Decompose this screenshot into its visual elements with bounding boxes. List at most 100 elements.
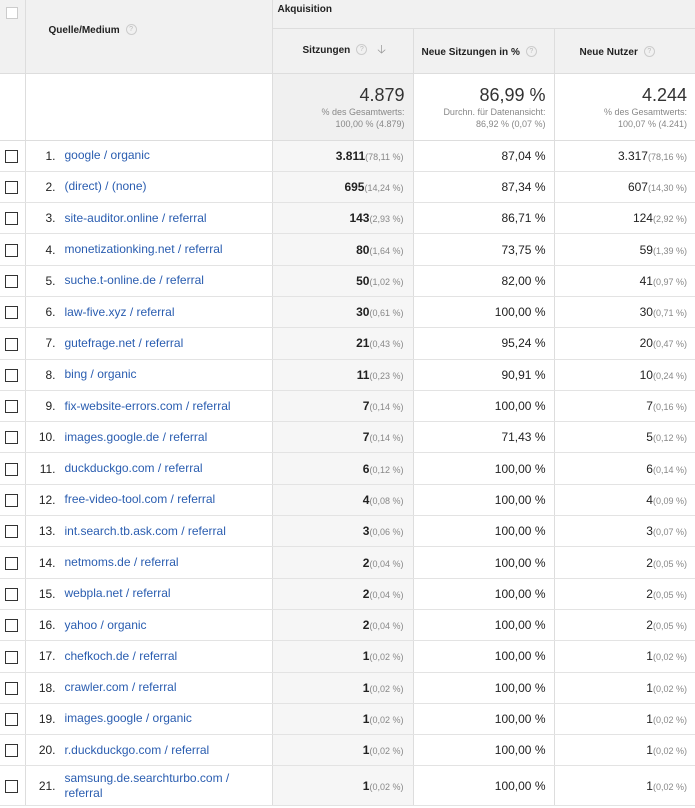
source-medium-link[interactable]: monetizationking.net / referral [65, 242, 223, 257]
source-cell: 21. samsung.de.searchturbo.com / referral [25, 765, 273, 807]
row-checkbox[interactable] [5, 587, 18, 601]
new-users-value: 30 [639, 305, 653, 320]
row-checkbox-cell [0, 546, 26, 579]
sessions-column-header[interactable]: Sitzungen? 🡣 [272, 28, 413, 73]
row-checkbox[interactable] [5, 525, 18, 539]
new-users-value: 607 [627, 179, 648, 194]
sessions-value: 30 [356, 305, 370, 320]
row-checkbox[interactable] [5, 780, 18, 794]
row-checkbox[interactable] [5, 306, 18, 320]
new-sessions-cell: 87,04 % [412, 140, 555, 172]
row-checkbox[interactable] [5, 212, 18, 226]
sort-down-arrow-icon[interactable]: 🡣 [377, 42, 386, 56]
source-medium-link[interactable]: bing / organic [65, 367, 137, 382]
source-cell: 12. free-video-tool.com / referral [25, 484, 273, 517]
sessions-cell: 7(0,14 %) [272, 421, 413, 454]
row-checkbox[interactable] [5, 431, 18, 445]
row-checkbox[interactable] [5, 494, 18, 508]
row-number: 16. [38, 618, 56, 633]
row-checkbox[interactable] [5, 368, 18, 382]
new-users-value: 2 [646, 586, 653, 601]
source-cell: 20. r.duckduckgo.com / referral [25, 734, 273, 767]
row-checkbox[interactable] [5, 275, 18, 288]
source-medium-link[interactable]: free-video-tool.com / referral [65, 492, 216, 507]
new-users-percent: (0,05 %) [652, 558, 687, 569]
help-icon[interactable]: ? [525, 45, 537, 57]
row-checkbox-cell [0, 578, 26, 610]
row-checkbox[interactable] [5, 400, 18, 414]
new-sessions-cell: 95,24 % [412, 327, 555, 360]
table-row: 7. gutefrage.net / referral 21(0,43 %) 95,2… [0, 327, 695, 360]
source-cell: 1. google / organic [25, 140, 273, 172]
source-medium-link[interactable]: images.google / organic [65, 711, 192, 726]
dimension-header[interactable]: Quelle/Medium? [25, 0, 273, 73]
source-cell: 10. images.google.de / referral [25, 421, 273, 454]
new-sessions-total-sub2: 86,92 % (0,07 %) [475, 118, 546, 129]
source-medium-link[interactable]: suche.t-online.de / referral [65, 273, 204, 288]
row-checkbox[interactable] [5, 243, 18, 257]
row-number: 18. [38, 680, 56, 695]
table-row: 17. chefkoch.de / referral 1(0,02 %) 100,00… [0, 640, 695, 673]
source-medium-link[interactable]: chefkoch.de / referral [65, 649, 178, 664]
sessions-cell: 80(1,64 %) [272, 233, 413, 266]
row-checkbox[interactable] [5, 744, 18, 758]
new-sessions-value: 86,71 % [501, 211, 546, 226]
row-number: 12. [38, 492, 56, 507]
new-sessions-column-header[interactable]: Neue Sitzungen in %? [412, 28, 555, 73]
source-medium-link[interactable]: google / organic [65, 148, 150, 163]
row-checkbox[interactable] [5, 681, 18, 695]
row-checkbox-cell [0, 640, 26, 673]
row-checkbox[interactable] [5, 149, 18, 163]
row-checkbox[interactable] [5, 337, 18, 351]
row-checkbox-cell [0, 327, 26, 360]
help-icon[interactable]: ? [125, 24, 137, 36]
new-sessions-cell: 100,00 % [412, 734, 555, 767]
source-medium-link[interactable]: crawler.com / referral [65, 680, 177, 695]
source-cell: 3. site-auditor.online / referral [25, 202, 273, 235]
help-icon[interactable]: ? [643, 45, 655, 57]
source-cell: 14. netmoms.de / referral [25, 546, 273, 579]
sessions-cell: 1(0,02 %) [272, 765, 413, 807]
row-checkbox[interactable] [5, 619, 18, 633]
source-medium-link[interactable]: duckduckgo.com / referral [65, 461, 203, 476]
row-checkbox[interactable] [5, 556, 18, 570]
table-row: 15. webpla.net / referral 2(0,04 %) 100,00 … [0, 578, 695, 610]
source-medium-link[interactable]: yahoo / organic [65, 618, 147, 633]
new-users-value: 1 [646, 680, 653, 695]
help-icon[interactable]: ? [356, 44, 368, 56]
source-medium-link[interactable]: (direct) / (none) [65, 179, 147, 194]
group-header-label: Akquisition [277, 4, 332, 15]
new-users-column-header[interactable]: Neue Nutzer? [554, 28, 695, 73]
source-cell: 15. webpla.net / referral [25, 578, 273, 610]
new-users-cell: 6(0,14 %) [554, 452, 695, 485]
row-checkbox-cell [0, 609, 26, 642]
source-medium-link[interactable]: fix-website-errors.com / referral [65, 399, 231, 414]
report-table: Quelle/Medium? Akquisition Sitzungen? 🡣 N… [0, 0, 695, 807]
sessions-percent: (0,06 %) [369, 527, 404, 538]
source-medium-link[interactable]: site-auditor.online / referral [65, 211, 207, 226]
source-medium-link[interactable]: r.duckduckgo.com / referral [65, 743, 210, 758]
source-medium-link[interactable]: law-five.xyz / referral [65, 305, 175, 320]
source-cell: 7. gutefrage.net / referral [25, 327, 273, 360]
sessions-cell: 143(2,93 %) [272, 202, 413, 235]
new-users-cell: 10(0,24 %) [554, 359, 695, 391]
select-all-checkbox[interactable] [6, 7, 18, 19]
new-sessions-cell: 100,00 % [412, 672, 555, 704]
row-checkbox[interactable] [5, 713, 18, 727]
group-header: Akquisition [272, 0, 695, 29]
row-checkbox[interactable] [5, 462, 18, 476]
row-checkbox-cell [0, 359, 26, 391]
source-medium-link[interactable]: int.search.tb.ask.com / referral [65, 524, 226, 539]
new-users-cell: 1(0,02 %) [554, 734, 695, 767]
row-checkbox[interactable] [5, 650, 18, 664]
source-medium-link[interactable]: webpla.net / referral [65, 586, 171, 601]
source-medium-link[interactable]: netmoms.de / referral [65, 555, 179, 570]
row-checkbox[interactable] [5, 181, 18, 195]
new-sessions-value: 87,34 % [501, 179, 546, 194]
new-sessions-value: 100,00 % [494, 399, 546, 414]
new-users-value: 59 [639, 242, 653, 257]
source-medium-link[interactable]: gutefrage.net / referral [65, 336, 184, 351]
source-medium-link[interactable]: images.google.de / referral [65, 430, 208, 445]
source-medium-link[interactable]: samsung.de.searchturbo.com / referral [65, 771, 255, 801]
new-sessions-value: 100,00 % [494, 461, 546, 476]
